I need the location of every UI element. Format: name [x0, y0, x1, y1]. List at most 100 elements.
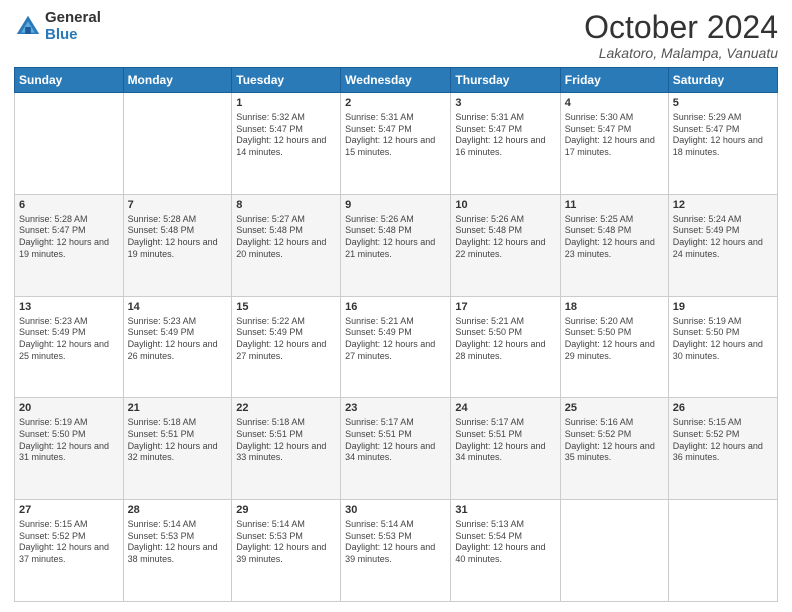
day-info-1: Sunrise: 5:32 AMSunset: 5:47 PMDaylight:…: [236, 112, 336, 159]
cell-2-2: 7Sunrise: 5:28 AMSunset: 5:48 PMDaylight…: [123, 194, 232, 296]
cell-3-6: 18Sunrise: 5:20 AMSunset: 5:50 PMDayligh…: [560, 296, 668, 398]
cell-1-4: 2Sunrise: 5:31 AMSunset: 5:47 PMDaylight…: [341, 93, 451, 195]
col-sunday: Sunday: [15, 68, 124, 93]
day-info-31: Sunrise: 5:13 AMSunset: 5:54 PMDaylight:…: [455, 519, 555, 566]
day-number-5: 5: [673, 96, 773, 111]
day-info-24: Sunrise: 5:17 AMSunset: 5:51 PMDaylight:…: [455, 417, 555, 464]
day-number-14: 14: [128, 300, 228, 315]
week-row-1: 1Sunrise: 5:32 AMSunset: 5:47 PMDaylight…: [15, 93, 778, 195]
day-info-30: Sunrise: 5:14 AMSunset: 5:53 PMDaylight:…: [345, 519, 446, 566]
day-info-22: Sunrise: 5:18 AMSunset: 5:51 PMDaylight:…: [236, 417, 336, 464]
subtitle: Lakatoro, Malampa, Vanuatu: [584, 45, 778, 61]
cell-3-3: 15Sunrise: 5:22 AMSunset: 5:49 PMDayligh…: [232, 296, 341, 398]
cell-5-4: 30Sunrise: 5:14 AMSunset: 5:53 PMDayligh…: [341, 500, 451, 602]
cell-4-7: 26Sunrise: 5:15 AMSunset: 5:52 PMDayligh…: [668, 398, 777, 500]
day-number-24: 24: [455, 401, 555, 416]
calendar-header: Sunday Monday Tuesday Wednesday Thursday…: [15, 68, 778, 93]
day-info-9: Sunrise: 5:26 AMSunset: 5:48 PMDaylight:…: [345, 214, 446, 261]
day-info-7: Sunrise: 5:28 AMSunset: 5:48 PMDaylight:…: [128, 214, 228, 261]
cell-2-6: 11Sunrise: 5:25 AMSunset: 5:48 PMDayligh…: [560, 194, 668, 296]
cell-5-5: 31Sunrise: 5:13 AMSunset: 5:54 PMDayligh…: [451, 500, 560, 602]
cell-3-4: 16Sunrise: 5:21 AMSunset: 5:49 PMDayligh…: [341, 296, 451, 398]
col-wednesday: Wednesday: [341, 68, 451, 93]
col-friday: Friday: [560, 68, 668, 93]
cell-5-2: 28Sunrise: 5:14 AMSunset: 5:53 PMDayligh…: [123, 500, 232, 602]
week-row-5: 27Sunrise: 5:15 AMSunset: 5:52 PMDayligh…: [15, 500, 778, 602]
cell-4-1: 20Sunrise: 5:19 AMSunset: 5:50 PMDayligh…: [15, 398, 124, 500]
day-info-6: Sunrise: 5:28 AMSunset: 5:47 PMDaylight:…: [19, 214, 119, 261]
day-info-28: Sunrise: 5:14 AMSunset: 5:53 PMDaylight:…: [128, 519, 228, 566]
cell-1-1: [15, 93, 124, 195]
day-info-12: Sunrise: 5:24 AMSunset: 5:49 PMDaylight:…: [673, 214, 773, 261]
cell-1-7: 5Sunrise: 5:29 AMSunset: 5:47 PMDaylight…: [668, 93, 777, 195]
day-info-19: Sunrise: 5:19 AMSunset: 5:50 PMDaylight:…: [673, 316, 773, 363]
day-number-26: 26: [673, 401, 773, 416]
day-info-21: Sunrise: 5:18 AMSunset: 5:51 PMDaylight:…: [128, 417, 228, 464]
day-number-6: 6: [19, 198, 119, 213]
day-number-3: 3: [455, 96, 555, 111]
week-row-4: 20Sunrise: 5:19 AMSunset: 5:50 PMDayligh…: [15, 398, 778, 500]
cell-2-3: 8Sunrise: 5:27 AMSunset: 5:48 PMDaylight…: [232, 194, 341, 296]
col-thursday: Thursday: [451, 68, 560, 93]
logo: General Blue: [14, 10, 101, 43]
day-info-16: Sunrise: 5:21 AMSunset: 5:49 PMDaylight:…: [345, 316, 446, 363]
cell-3-1: 13Sunrise: 5:23 AMSunset: 5:49 PMDayligh…: [15, 296, 124, 398]
day-info-25: Sunrise: 5:16 AMSunset: 5:52 PMDaylight:…: [565, 417, 664, 464]
cell-4-5: 24Sunrise: 5:17 AMSunset: 5:51 PMDayligh…: [451, 398, 560, 500]
day-info-10: Sunrise: 5:26 AMSunset: 5:48 PMDaylight:…: [455, 214, 555, 261]
cell-3-2: 14Sunrise: 5:23 AMSunset: 5:49 PMDayligh…: [123, 296, 232, 398]
cell-1-6: 4Sunrise: 5:30 AMSunset: 5:47 PMDaylight…: [560, 93, 668, 195]
cell-1-2: [123, 93, 232, 195]
calendar-body: 1Sunrise: 5:32 AMSunset: 5:47 PMDaylight…: [15, 93, 778, 602]
col-tuesday: Tuesday: [232, 68, 341, 93]
title-section: October 2024 Lakatoro, Malampa, Vanuatu: [584, 10, 778, 61]
day-info-11: Sunrise: 5:25 AMSunset: 5:48 PMDaylight:…: [565, 214, 664, 261]
day-number-17: 17: [455, 300, 555, 315]
day-info-2: Sunrise: 5:31 AMSunset: 5:47 PMDaylight:…: [345, 112, 446, 159]
cell-1-3: 1Sunrise: 5:32 AMSunset: 5:47 PMDaylight…: [232, 93, 341, 195]
day-info-23: Sunrise: 5:17 AMSunset: 5:51 PMDaylight:…: [345, 417, 446, 464]
day-number-22: 22: [236, 401, 336, 416]
logo-icon: [14, 13, 42, 41]
cell-2-5: 10Sunrise: 5:26 AMSunset: 5:48 PMDayligh…: [451, 194, 560, 296]
day-number-11: 11: [565, 198, 664, 213]
day-info-4: Sunrise: 5:30 AMSunset: 5:47 PMDaylight:…: [565, 112, 664, 159]
cell-5-3: 29Sunrise: 5:14 AMSunset: 5:53 PMDayligh…: [232, 500, 341, 602]
day-info-17: Sunrise: 5:21 AMSunset: 5:50 PMDaylight:…: [455, 316, 555, 363]
logo-text: General Blue: [45, 10, 101, 43]
day-number-21: 21: [128, 401, 228, 416]
main-title: October 2024: [584, 10, 778, 45]
cell-4-4: 23Sunrise: 5:17 AMSunset: 5:51 PMDayligh…: [341, 398, 451, 500]
day-number-15: 15: [236, 300, 336, 315]
day-info-13: Sunrise: 5:23 AMSunset: 5:49 PMDaylight:…: [19, 316, 119, 363]
week-row-2: 6Sunrise: 5:28 AMSunset: 5:47 PMDaylight…: [15, 194, 778, 296]
day-number-20: 20: [19, 401, 119, 416]
cell-3-5: 17Sunrise: 5:21 AMSunset: 5:50 PMDayligh…: [451, 296, 560, 398]
cell-5-6: [560, 500, 668, 602]
page: General Blue October 2024 Lakatoro, Mala…: [0, 0, 792, 612]
day-number-16: 16: [345, 300, 446, 315]
day-info-20: Sunrise: 5:19 AMSunset: 5:50 PMDaylight:…: [19, 417, 119, 464]
day-number-27: 27: [19, 503, 119, 518]
day-info-26: Sunrise: 5:15 AMSunset: 5:52 PMDaylight:…: [673, 417, 773, 464]
day-number-25: 25: [565, 401, 664, 416]
day-number-30: 30: [345, 503, 446, 518]
cell-4-6: 25Sunrise: 5:16 AMSunset: 5:52 PMDayligh…: [560, 398, 668, 500]
col-monday: Monday: [123, 68, 232, 93]
day-info-14: Sunrise: 5:23 AMSunset: 5:49 PMDaylight:…: [128, 316, 228, 363]
cell-2-1: 6Sunrise: 5:28 AMSunset: 5:47 PMDaylight…: [15, 194, 124, 296]
day-number-12: 12: [673, 198, 773, 213]
day-number-2: 2: [345, 96, 446, 111]
day-info-3: Sunrise: 5:31 AMSunset: 5:47 PMDaylight:…: [455, 112, 555, 159]
logo-general-label: General: [45, 10, 101, 27]
cell-1-5: 3Sunrise: 5:31 AMSunset: 5:47 PMDaylight…: [451, 93, 560, 195]
day-number-13: 13: [19, 300, 119, 315]
day-number-1: 1: [236, 96, 336, 111]
header: General Blue October 2024 Lakatoro, Mala…: [14, 10, 778, 61]
day-number-19: 19: [673, 300, 773, 315]
cell-2-4: 9Sunrise: 5:26 AMSunset: 5:48 PMDaylight…: [341, 194, 451, 296]
calendar-table: Sunday Monday Tuesday Wednesday Thursday…: [14, 67, 778, 602]
logo-blue-label: Blue: [45, 27, 101, 44]
day-number-31: 31: [455, 503, 555, 518]
day-number-23: 23: [345, 401, 446, 416]
